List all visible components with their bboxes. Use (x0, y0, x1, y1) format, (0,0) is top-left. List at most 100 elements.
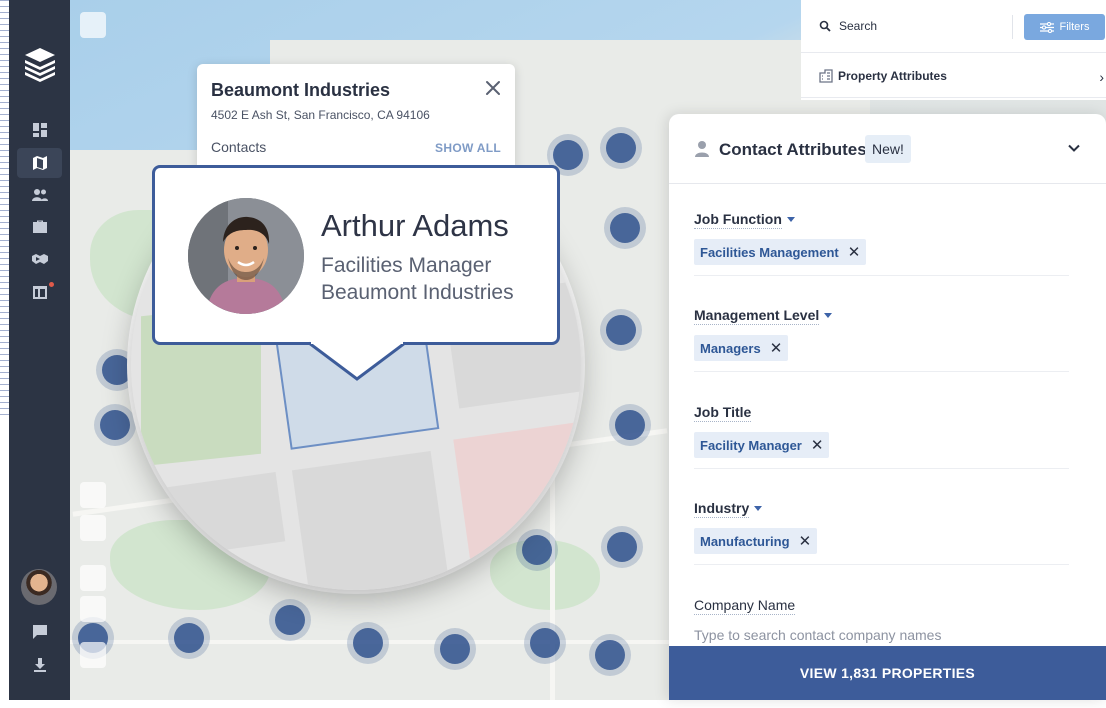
field-label[interactable]: Job Function (694, 211, 782, 229)
user-avatar[interactable] (21, 569, 57, 605)
property-attributes-label: Property Attributes (838, 69, 947, 83)
building-icon (819, 69, 833, 83)
map-cluster-marker[interactable] (530, 628, 560, 658)
show-all-link[interactable]: SHOW ALL (435, 141, 501, 155)
close-icon[interactable]: ✕ (799, 532, 812, 550)
calendar-icon (32, 286, 47, 299)
chip-label: Managers (700, 340, 761, 356)
filters-button[interactable]: Filters (1024, 14, 1105, 40)
industry-field: Industry Manufacturing ✕ (694, 500, 1069, 554)
nav-deals[interactable] (9, 244, 70, 274)
close-icon[interactable]: ✕ (848, 243, 861, 261)
dashboard-icon (32, 123, 47, 137)
contact-card: Arthur Adams Facilities Manager Beaumont… (152, 165, 560, 345)
handshake-icon (31, 254, 48, 264)
contact-role: Facilities Manager (321, 254, 492, 277)
chip-label: Facilities Management (700, 244, 839, 260)
search-label: Search (839, 19, 878, 33)
map-fullscreen-button[interactable] (80, 642, 106, 668)
chip-label: Manufacturing (700, 533, 790, 549)
magnified-parcel (453, 421, 581, 559)
nav-calendar[interactable] (9, 277, 70, 307)
sidebar (9, 0, 70, 700)
company-name: Beaumont Industries (211, 80, 391, 100)
contact-company: Beaumont Industries (321, 281, 514, 304)
people-icon (31, 189, 48, 201)
company-name-field: Company Name Type to search contact comp… (694, 597, 1069, 643)
nav-companies[interactable] (9, 212, 70, 242)
map-cluster-marker[interactable] (553, 140, 583, 170)
person-icon (695, 141, 709, 157)
nav-dashboard[interactable] (9, 115, 70, 145)
search-box[interactable]: Search (819, 19, 877, 33)
map-cluster-marker[interactable] (440, 634, 470, 664)
nav-chat[interactable] (9, 617, 70, 647)
field-label: Company Name (694, 597, 796, 615)
contact-attributes-title: Contact Attributes (719, 140, 867, 159)
close-icon[interactable] (483, 78, 503, 98)
property-attributes-row[interactable]: Property Attributes › (801, 52, 1106, 98)
map-cluster-marker[interactable] (595, 640, 625, 670)
notification-dot (49, 282, 54, 287)
map-cluster-marker[interactable] (100, 410, 130, 440)
map-icon (32, 156, 47, 170)
contact-attributes-header[interactable]: Contact Attributes New! (669, 114, 1106, 184)
map-streetview-button[interactable] (80, 515, 106, 541)
divider (694, 468, 1069, 469)
nav-contacts[interactable] (9, 180, 70, 210)
map-cluster-marker[interactable] (102, 355, 132, 385)
map-zoom-out-button[interactable] (80, 596, 106, 622)
close-icon[interactable]: ✕ (770, 339, 783, 357)
map-zoom-in-button[interactable] (80, 565, 106, 591)
map-cluster-marker[interactable] (174, 623, 204, 653)
briefcase-icon (32, 220, 47, 233)
map-cluster-marker[interactable] (606, 133, 636, 163)
map-cluster-marker[interactable] (606, 315, 636, 345)
nav-map[interactable] (17, 148, 62, 178)
filter-chip: Facilities Management ✕ (694, 239, 867, 265)
field-label[interactable]: Management Level (694, 307, 820, 325)
caret-down-icon[interactable] (754, 506, 763, 512)
company-popup: Beaumont Industries 4502 E Ash St, San F… (197, 64, 515, 174)
job-function-field: Job Function Facilities Management ✕ (694, 211, 1069, 265)
field-label[interactable]: Job Title (694, 404, 752, 422)
chevron-down-icon[interactable] (1066, 140, 1082, 156)
view-properties-button[interactable]: VIEW 1,831 PROPERTIES (669, 646, 1106, 700)
download-icon (33, 658, 46, 672)
chat-icon (32, 625, 47, 639)
nav-download[interactable] (9, 650, 70, 680)
sliders-icon (1039, 21, 1054, 33)
job-title-field: Job Title Facility Manager ✕ (694, 404, 1069, 458)
new-badge: New! (865, 135, 911, 163)
chip-label: Facility Manager (700, 437, 802, 453)
filters-top-panel: Search Filters Property Attributes › (801, 0, 1106, 100)
magnified-parcel (291, 450, 451, 590)
filter-chip: Manufacturing ✕ (694, 528, 818, 554)
divider (694, 371, 1069, 372)
decorative-stripes-left (0, 0, 9, 420)
map-layers-button[interactable] (80, 12, 106, 38)
map-cluster-marker[interactable] (607, 532, 637, 562)
caret-down-icon[interactable] (824, 313, 833, 319)
contact-attributes-panel: Contact Attributes New! Job Function Fac… (669, 114, 1106, 700)
company-name-input[interactable]: Type to search contact company names (694, 627, 1069, 643)
contact-card-pointer (309, 341, 405, 381)
map-cluster-marker[interactable] (275, 605, 305, 635)
contacts-label: Contacts (211, 139, 267, 155)
company-address: 4502 E Ash St, San Francisco, CA 94106 (211, 108, 430, 122)
divider (694, 564, 1069, 565)
caret-down-icon[interactable] (786, 217, 795, 223)
contact-photo (188, 198, 304, 314)
close-icon[interactable]: ✕ (811, 436, 824, 454)
filters-label: Filters (1059, 21, 1090, 33)
field-label[interactable]: Industry (694, 500, 750, 518)
map-cluster-marker[interactable] (615, 410, 645, 440)
management-level-field: Management Level Managers ✕ (694, 307, 1069, 361)
app-logo-icon (25, 48, 55, 82)
search-icon (819, 20, 831, 32)
divider (1012, 15, 1013, 39)
map-cluster-marker[interactable] (610, 213, 640, 243)
map-location-button[interactable] (80, 482, 106, 508)
contact-name: Arthur Adams (321, 208, 509, 243)
map-cluster-marker[interactable] (353, 628, 383, 658)
